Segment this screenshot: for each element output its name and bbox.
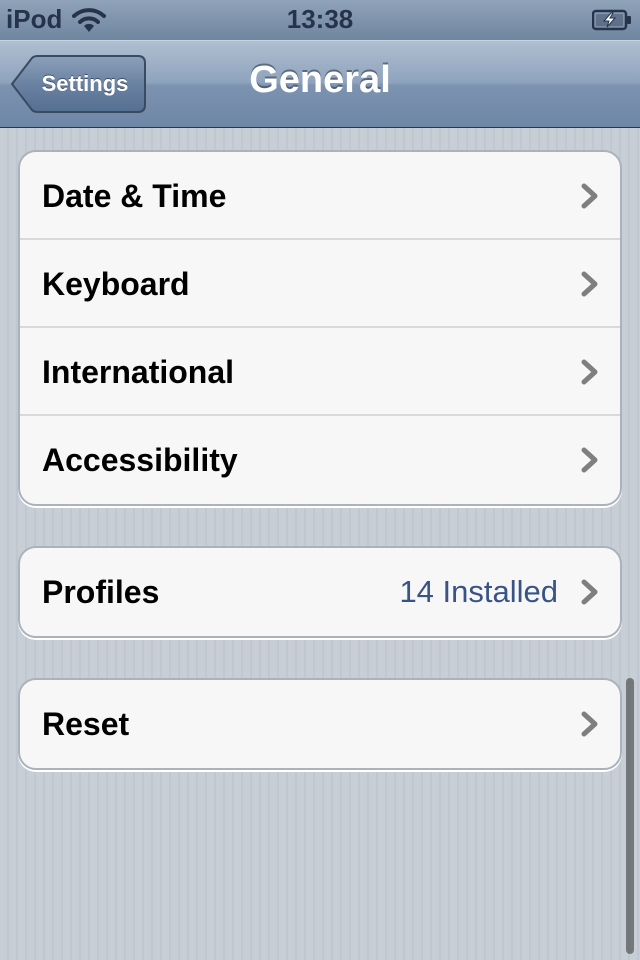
cell-accessibility[interactable]: Accessibility — [20, 416, 620, 504]
status-time: 13:38 — [286, 4, 354, 34]
status-bar: iPod 13:38 — [0, 0, 640, 40]
cell-international[interactable]: International — [20, 328, 620, 416]
reset-group: Reset — [18, 678, 622, 770]
chevron-right-icon — [581, 359, 598, 385]
navigation-bar: Settings General — [0, 40, 640, 128]
profiles-count: 14 Installed — [399, 574, 558, 609]
chevron-right-icon — [581, 711, 598, 737]
cell-keyboard[interactable]: Keyboard — [20, 240, 620, 328]
page-title: General — [249, 59, 391, 101]
cell-date-time[interactable]: Date & Time — [20, 152, 620, 240]
cell-label: Accessibility — [42, 442, 238, 478]
chevron-right-icon — [581, 271, 598, 297]
chevron-right-icon — [581, 579, 598, 605]
cell-reset[interactable]: Reset — [20, 680, 620, 768]
chevron-right-icon — [581, 447, 598, 473]
chevron-right-icon — [581, 183, 598, 209]
cell-label: Date & Time — [42, 178, 227, 214]
scroll-indicator[interactable] — [626, 678, 634, 954]
settings-group: Date & Time Keyboard International Acces… — [18, 150, 622, 506]
cell-label: International — [42, 354, 235, 390]
battery-charging-icon — [591, 9, 632, 31]
cell-label: Keyboard — [42, 266, 190, 302]
cell-label: Profiles — [42, 574, 160, 610]
cell-profiles[interactable]: Profiles 14 Installed — [20, 548, 620, 636]
cell-label: Reset — [42, 706, 130, 742]
profiles-group: Profiles 14 Installed — [18, 546, 622, 638]
